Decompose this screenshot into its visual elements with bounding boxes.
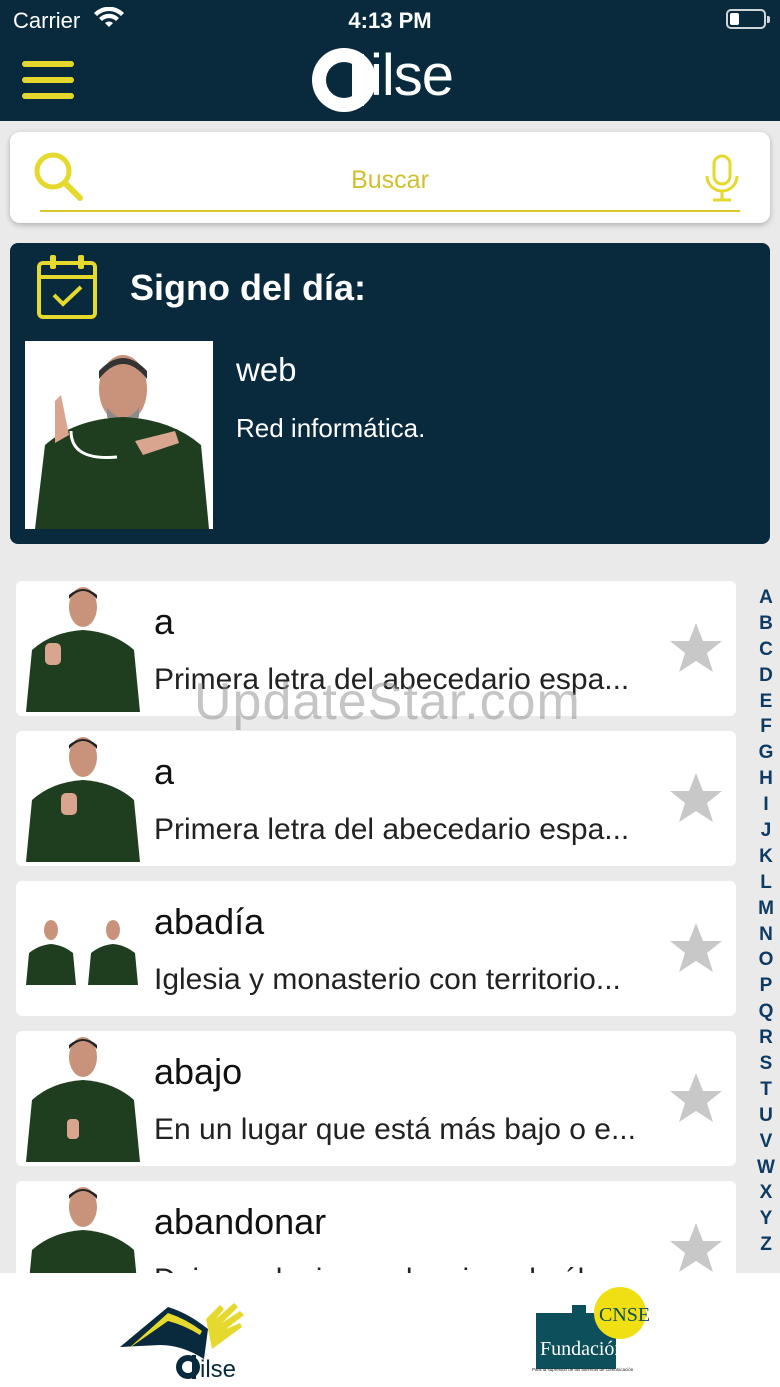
footer-dilse-text: ilse bbox=[200, 1356, 236, 1381]
entry-definition: Primera letra del abecedario espa... bbox=[154, 813, 630, 846]
entry-definition: Primera letra del abecedario espa... bbox=[154, 663, 630, 696]
alpha-index-letter[interactable]: B bbox=[752, 611, 780, 637]
hamburger-icon[interactable] bbox=[22, 61, 74, 99]
search-icon[interactable] bbox=[32, 150, 86, 209]
entry-word: a bbox=[154, 751, 175, 792]
alpha-index-letter[interactable]: Z bbox=[752, 1232, 780, 1258]
entry-thumbnail bbox=[21, 885, 141, 1012]
status-time: 4:13 PM bbox=[348, 8, 432, 33]
alpha-index-letter[interactable]: K bbox=[752, 844, 780, 870]
calendar-check-icon bbox=[36, 253, 100, 326]
entry-thumbnail bbox=[21, 1185, 141, 1273]
alpha-index-letter[interactable]: G bbox=[752, 740, 780, 766]
list-item[interactable]: a Primera letra del abecedario espa... bbox=[16, 581, 736, 716]
alpha-index-letter[interactable]: P bbox=[752, 973, 780, 999]
alpha-index-letter[interactable]: O bbox=[752, 947, 780, 973]
search-bar bbox=[10, 132, 770, 223]
alpha-index-letter[interactable]: F bbox=[752, 714, 780, 740]
alpha-index-letter[interactable]: N bbox=[752, 922, 780, 948]
alpha-index-letter[interactable]: D bbox=[752, 663, 780, 689]
footer-cnse-tagline: Para la supresión de las barreras de com… bbox=[532, 1367, 634, 1372]
star-icon[interactable] bbox=[668, 621, 724, 680]
entry-word: abadía bbox=[154, 901, 265, 942]
word-list: a Primera letra del abecedario espa... a… bbox=[16, 581, 736, 1273]
alpha-index-letter[interactable]: M bbox=[752, 896, 780, 922]
alpha-index-letter[interactable]: Y bbox=[752, 1206, 780, 1232]
sign-definition: Red informática. bbox=[236, 413, 426, 443]
footer-cnse-badge: CNSE bbox=[599, 1304, 650, 1326]
status-bar: Carrier 4:13 PM bbox=[0, 0, 780, 40]
alphabet-index: A B C D E F G H I J K L M N O P Q R S T … bbox=[752, 585, 780, 1258]
entry-word: a bbox=[154, 601, 175, 642]
footer-fundacion-text: Fundación bbox=[540, 1338, 624, 1360]
alpha-index-letter[interactable]: A bbox=[752, 585, 780, 611]
logo-text: ilse bbox=[370, 43, 454, 108]
alpha-index-letter[interactable]: T bbox=[752, 1077, 780, 1103]
alpha-index-letter[interactable]: Q bbox=[752, 999, 780, 1025]
entry-thumbnail bbox=[21, 585, 141, 712]
entry-definition: En un lugar que está más bajo o e... bbox=[154, 1113, 636, 1146]
alpha-index-letter[interactable]: U bbox=[752, 1103, 780, 1129]
entry-definition: Iglesia y monasterio con territorio... bbox=[154, 963, 621, 996]
list-item[interactable]: abajo En un lugar que está más bajo o e.… bbox=[16, 1031, 736, 1166]
bottom-bar: ilse CNSE Fundación Para la supresión de… bbox=[0, 1273, 780, 1387]
sign-word: web bbox=[236, 351, 297, 388]
alpha-index-letter[interactable]: C bbox=[752, 637, 780, 663]
alpha-index-letter[interactable]: W bbox=[752, 1155, 780, 1181]
entry-word: abajo bbox=[154, 1051, 243, 1092]
dilse-logo: ilse bbox=[312, 43, 472, 112]
entry-word: abandonar bbox=[154, 1201, 327, 1242]
alpha-index-letter[interactable]: E bbox=[752, 689, 780, 715]
star-icon[interactable] bbox=[668, 1221, 724, 1273]
entry-thumbnail bbox=[21, 735, 141, 862]
star-icon[interactable] bbox=[668, 771, 724, 830]
alpha-index-letter[interactable]: X bbox=[752, 1180, 780, 1206]
alpha-index-letter[interactable]: H bbox=[752, 766, 780, 792]
fundacion-cnse-logo[interactable]: CNSE Fundación Para la supresión de las … bbox=[528, 1285, 650, 1377]
alpha-index-letter[interactable]: I bbox=[752, 792, 780, 818]
list-item[interactable]: abandonar Dejar a alguien o algo, irse d… bbox=[16, 1181, 736, 1273]
alpha-index-letter[interactable]: R bbox=[752, 1025, 780, 1051]
list-item[interactable]: abadía Iglesia y monasterio con territor… bbox=[16, 881, 736, 1016]
alpha-index-letter[interactable]: S bbox=[752, 1051, 780, 1077]
alpha-index-letter[interactable]: L bbox=[752, 870, 780, 896]
sign-photo bbox=[25, 341, 213, 529]
microphone-icon[interactable] bbox=[704, 154, 740, 209]
star-icon[interactable] bbox=[668, 1071, 724, 1130]
sign-of-the-day-title: Signo del día: bbox=[130, 267, 367, 308]
sign-of-the-day-card[interactable]: Signo del día: web Red informática. bbox=[10, 243, 770, 544]
list-item[interactable]: a Primera letra del abecedario espa... bbox=[16, 731, 736, 866]
search-input[interactable] bbox=[40, 150, 740, 212]
dilse-book-logo[interactable]: ilse bbox=[118, 1289, 253, 1383]
app-header: Carrier 4:13 PM ilse bbox=[0, 0, 780, 121]
star-icon[interactable] bbox=[668, 921, 724, 980]
alpha-index-letter[interactable]: V bbox=[752, 1129, 780, 1155]
battery-icon bbox=[726, 9, 770, 29]
entry-thumbnail bbox=[21, 1035, 141, 1162]
entry-definition: Dejar a alguien o algo, irse de él... bbox=[154, 1263, 654, 1273]
alpha-index-letter[interactable]: J bbox=[752, 818, 780, 844]
